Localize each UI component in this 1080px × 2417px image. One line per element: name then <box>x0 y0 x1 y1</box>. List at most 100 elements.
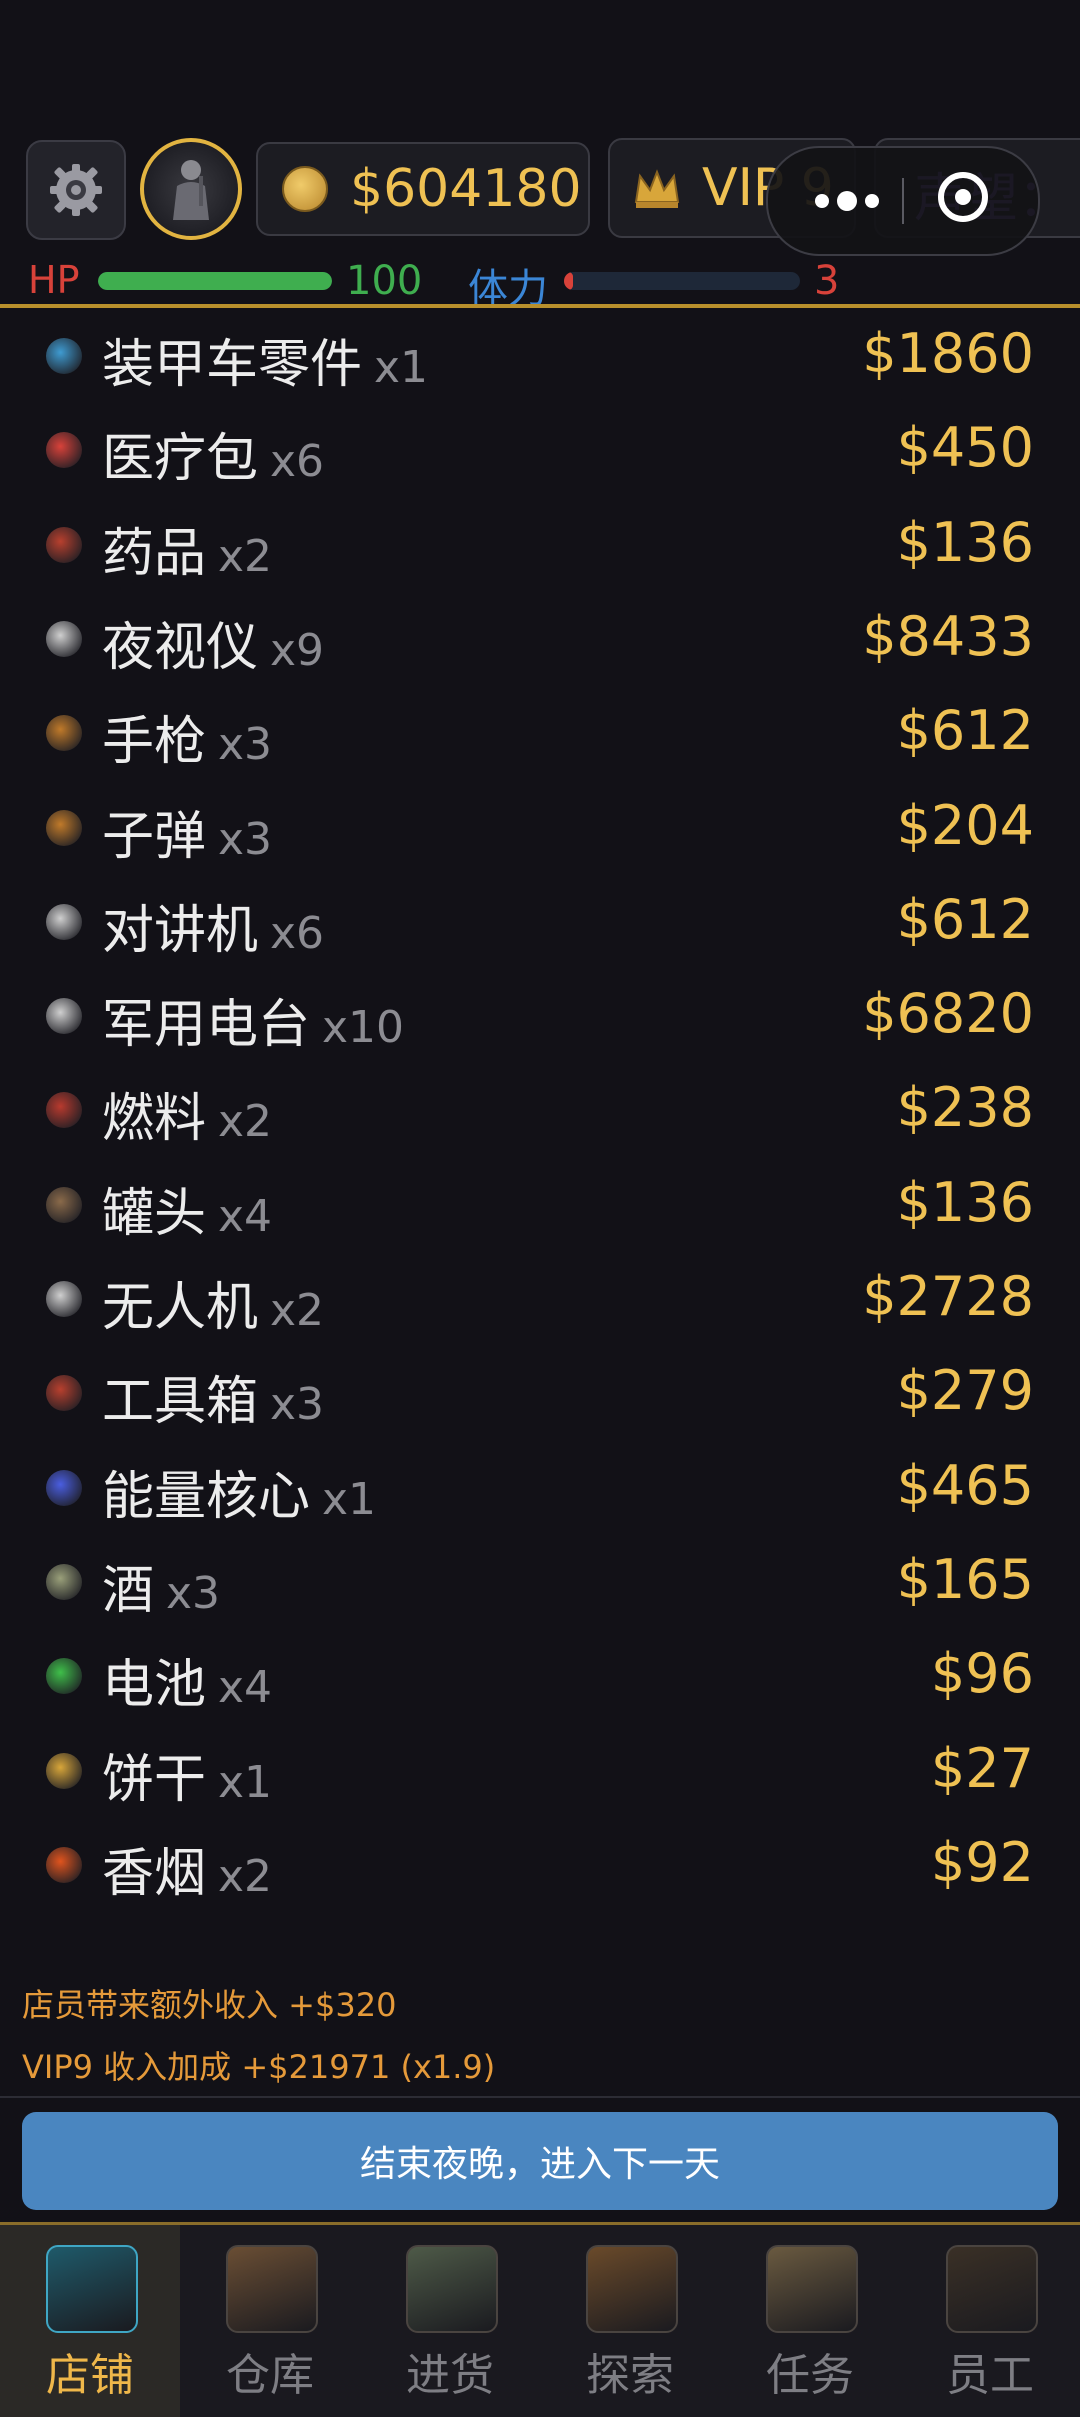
energy-core-icon <box>46 1469 82 1506</box>
capsule-separator <box>902 178 904 224</box>
item-quantity: x10 <box>322 1002 405 1054</box>
radio-icon <box>46 998 82 1035</box>
item-row[interactable]: 子弹 x3 $204 <box>0 780 1080 874</box>
more-options-button[interactable] <box>802 178 892 224</box>
close-dot-icon <box>955 189 971 205</box>
settings-button[interactable] <box>26 140 126 240</box>
crown-icon <box>634 169 680 208</box>
item-row[interactable]: 燃料 x2 $238 <box>0 1062 1080 1156</box>
item-price: $136 <box>896 1170 1034 1234</box>
nav-tab[interactable]: 探索 <box>540 2225 720 2417</box>
close-miniprogram-button[interactable] <box>938 172 988 222</box>
item-quantity: x9 <box>270 624 325 676</box>
item-row[interactable]: 电池 x4 $96 <box>0 1628 1080 1722</box>
item-name: 酒 x3 <box>102 1548 220 1623</box>
money-amount: $604180 <box>350 159 582 219</box>
vitals-row: HP 100 体力 3 <box>0 256 1080 312</box>
item-row[interactable]: 医疗包 x6 $450 <box>0 402 1080 496</box>
pill-icon <box>46 526 82 563</box>
drone-icon <box>46 1281 82 1317</box>
item-name: 医疗包 x6 <box>102 416 324 491</box>
item-name: 罐头 x4 <box>102 1171 272 1246</box>
biscuit-icon <box>46 1752 82 1789</box>
item-name-text: 军用电台 <box>102 995 311 1056</box>
item-quantity: x1 <box>218 1756 273 1808</box>
item-row[interactable]: 夜视仪 x9 $8433 <box>0 591 1080 685</box>
item-quantity: x1 <box>374 342 429 393</box>
item-name: 无人机 x2 <box>102 1265 324 1340</box>
warehouse-icon <box>226 2245 318 2333</box>
item-price: $612 <box>896 887 1034 951</box>
shop-icon <box>46 2245 138 2333</box>
hp-bar-fill <box>98 272 332 290</box>
item-quantity: x2 <box>218 530 273 582</box>
nav-tab[interactable]: 进货 <box>360 2225 540 2417</box>
supply-truck-icon <box>406 2245 498 2333</box>
item-row[interactable]: 能量核心 x1 $465 <box>0 1440 1080 1534</box>
item-quantity: x3 <box>270 1379 325 1431</box>
item-name: 香烟 x2 <box>102 1831 272 1906</box>
item-quantity: x4 <box>218 1190 273 1242</box>
item-row[interactable]: 无人机 x2 $2728 <box>0 1251 1080 1345</box>
more-dot-icon <box>815 194 829 208</box>
item-row[interactable]: 罐头 x4 $136 <box>0 1157 1080 1251</box>
nav-tab[interactable]: 店铺 <box>0 2225 180 2417</box>
player-avatar[interactable] <box>140 138 242 240</box>
item-row[interactable]: 工具箱 x3 $279 <box>0 1345 1080 1439</box>
item-quantity: x3 <box>218 719 273 771</box>
nav-tab-label: 进货 <box>406 2350 494 2401</box>
coin-icon <box>282 166 328 212</box>
item-name-text: 无人机 <box>102 1278 259 1338</box>
item-row[interactable]: 军用电台 x10 $6820 <box>0 968 1080 1062</box>
item-quantity: x3 <box>218 813 273 865</box>
item-name-text: 能量核心 <box>102 1466 311 1527</box>
item-name: 电池 x4 <box>102 1642 272 1717</box>
item-quantity: x6 <box>270 907 325 959</box>
stamina-bar-fill <box>564 272 574 290</box>
nav-tab[interactable]: 仓库 <box>180 2225 360 2417</box>
item-row[interactable]: 饼干 x1 $27 <box>0 1723 1080 1817</box>
item-name: 手枪 x3 <box>102 699 272 774</box>
item-name-text: 酒 <box>102 1560 155 1621</box>
item-row[interactable]: 对讲机 x6 $612 <box>0 874 1080 968</box>
item-row[interactable]: 装甲车零件 x1 $1860 <box>0 308 1080 402</box>
item-price: $238 <box>896 1076 1034 1140</box>
walkie-talkie-icon <box>46 903 82 940</box>
item-quantity: x6 <box>270 436 325 488</box>
item-name-text: 香烟 <box>102 1843 207 1904</box>
item-quantity: x2 <box>218 1850 273 1902</box>
nav-tab[interactable]: 任务 <box>720 2225 900 2417</box>
item-row[interactable]: 酒 x3 $165 <box>0 1534 1080 1628</box>
task-clipboard-icon <box>766 2245 858 2333</box>
medkit-icon <box>46 432 82 469</box>
item-price: $92 <box>930 1830 1034 1894</box>
nav-tab-label: 店铺 <box>46 2350 134 2401</box>
item-price: $6820 <box>862 982 1034 1046</box>
item-row[interactable]: 手枪 x3 $612 <box>0 685 1080 779</box>
item-name: 药品 x2 <box>102 511 272 586</box>
item-row[interactable]: 药品 x2 $136 <box>0 497 1080 591</box>
item-row[interactable]: 香烟 x2 $92 <box>0 1817 1080 1911</box>
nav-tab-label: 仓库 <box>226 2350 314 2401</box>
staff-icon <box>946 2245 1038 2333</box>
sold-items-list[interactable]: 装甲车零件 x1 $1860 医疗包 x6 $450 药品 x2 $136 夜视仪 x9 $8433 手… <box>0 308 1080 1938</box>
nav-tab-label: 员工 <box>946 2350 1034 2401</box>
item-price: $279 <box>896 1359 1034 1423</box>
item-price: $8433 <box>862 604 1034 668</box>
item-name-text: 电池 <box>102 1655 207 1716</box>
nav-tab[interactable]: 员工 <box>900 2225 1080 2417</box>
item-price: $204 <box>896 793 1034 857</box>
battery-icon <box>46 1658 82 1695</box>
hp-bar <box>98 272 332 290</box>
end-night-button[interactable]: 结束夜晚，进入下一天 <box>22 2112 1058 2210</box>
item-name: 装甲车零件 x1 <box>102 322 428 397</box>
item-name-text: 装甲车零件 <box>102 335 363 395</box>
item-name: 燃料 x2 <box>102 1076 272 1151</box>
item-name-text: 罐头 <box>102 1183 207 1244</box>
item-name: 子弹 x3 <box>102 794 272 869</box>
item-name: 工具箱 x3 <box>102 1359 324 1434</box>
item-quantity: x3 <box>166 1567 221 1619</box>
item-name-text: 手枪 <box>102 712 207 773</box>
stamina-bar <box>564 272 800 290</box>
miniprogram-capsule <box>766 146 1040 256</box>
